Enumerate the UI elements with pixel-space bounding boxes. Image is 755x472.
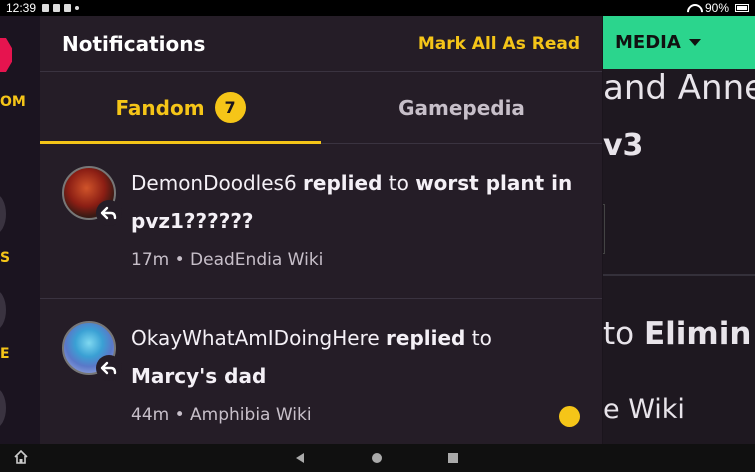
recents-icon[interactable] bbox=[448, 453, 458, 463]
panel-title: Notifications bbox=[62, 31, 206, 56]
notification-text: OkayWhatAmIDoingHere replied to Marcy's … bbox=[131, 319, 591, 395]
rail-avatar-3 bbox=[0, 388, 6, 428]
meta-separator: • bbox=[174, 405, 185, 425]
notification-connector: to bbox=[471, 326, 492, 350]
notification-action: replied bbox=[386, 326, 466, 350]
panel-header: Notifications Mark All As Read bbox=[40, 16, 602, 72]
status-time: 12:39 bbox=[6, 1, 37, 15]
fandom-logo-icon bbox=[0, 38, 12, 72]
background-page: MEDIA and Anne v3 to Elimin e Wiki bbox=[601, 16, 755, 444]
notification-item[interactable]: OkayWhatAmIDoingHere replied to Marcy's … bbox=[40, 299, 602, 444]
unread-indicator-dot bbox=[559, 406, 580, 427]
background-text-4: e Wiki bbox=[603, 394, 685, 425]
rail-label-2: S bbox=[0, 250, 11, 266]
notification-tabs: Fandom 7 Gamepedia bbox=[40, 72, 602, 144]
notification-time: 17m bbox=[131, 250, 170, 270]
media-label: MEDIA bbox=[615, 32, 681, 53]
notification-time: 44m bbox=[131, 405, 170, 425]
caret-down-icon bbox=[688, 39, 701, 46]
reply-arrow-icon bbox=[96, 355, 122, 381]
background-text-1: and Anne bbox=[603, 68, 755, 108]
battery-icon bbox=[735, 4, 749, 12]
notification-target: Marcy's dad bbox=[131, 364, 267, 388]
meta-separator: • bbox=[174, 250, 185, 270]
notification-text: DemonDoodles6 replied to worst plant in … bbox=[131, 164, 591, 240]
dot-icon bbox=[75, 6, 80, 10]
chat-icon bbox=[53, 4, 61, 12]
rail-label-3: E bbox=[0, 346, 10, 362]
status-notification-icons bbox=[42, 4, 80, 12]
status-bar: 12:39 90% bbox=[0, 0, 755, 16]
notification-item[interactable]: DemonDoodles6 replied to worst plant in … bbox=[40, 144, 602, 299]
wifi-icon bbox=[687, 4, 699, 13]
reply-arrow-icon bbox=[96, 200, 122, 226]
home-icon[interactable] bbox=[14, 450, 28, 464]
back-icon[interactable] bbox=[296, 453, 304, 463]
notification-connector: to bbox=[388, 171, 409, 195]
status-right: 90% bbox=[687, 1, 749, 15]
avatar[interactable] bbox=[62, 166, 122, 226]
notification-meta: 17m • DeadEndia Wiki bbox=[131, 250, 323, 270]
background-text-3-prefix: to bbox=[603, 316, 644, 352]
notification-action: replied bbox=[303, 171, 383, 195]
sim-icon bbox=[64, 4, 72, 12]
notification-wiki: DeadEndia Wiki bbox=[190, 250, 324, 270]
avatar[interactable] bbox=[62, 321, 122, 381]
media-dropdown[interactable]: MEDIA bbox=[603, 16, 755, 69]
notification-wiki: Amphibia Wiki bbox=[190, 405, 312, 425]
background-left-rail: OM S E bbox=[0, 16, 40, 444]
rail-avatar-2 bbox=[0, 290, 6, 330]
notification-user: OkayWhatAmIDoingHere bbox=[131, 326, 380, 350]
notification-meta: 44m • Amphibia Wiki bbox=[131, 405, 312, 425]
notification-user: DemonDoodles6 bbox=[131, 171, 297, 195]
battery-percent: 90% bbox=[704, 1, 729, 15]
notification-icon bbox=[42, 4, 50, 12]
unread-count-badge: 7 bbox=[214, 92, 246, 123]
background-text-3-bold: Elimin bbox=[643, 316, 752, 352]
notifications-panel: Notifications Mark All As Read Fandom 7 … bbox=[40, 16, 603, 444]
tab-fandom-label: Fandom bbox=[115, 95, 205, 120]
system-nav-bar bbox=[0, 444, 755, 472]
tab-fandom[interactable]: Fandom 7 bbox=[40, 72, 321, 144]
tab-gamepedia[interactable]: Gamepedia bbox=[321, 72, 602, 143]
background-divider bbox=[603, 274, 755, 276]
rail-label-1: OM bbox=[0, 94, 26, 110]
background-text-2: v3 bbox=[603, 128, 644, 163]
home-button-icon[interactable] bbox=[372, 453, 382, 463]
mark-all-read-button[interactable]: Mark All As Read bbox=[418, 34, 580, 54]
tab-gamepedia-label: Gamepedia bbox=[398, 95, 525, 120]
background-text-3: to Elimin bbox=[603, 316, 751, 352]
rail-avatar-1 bbox=[0, 194, 6, 234]
